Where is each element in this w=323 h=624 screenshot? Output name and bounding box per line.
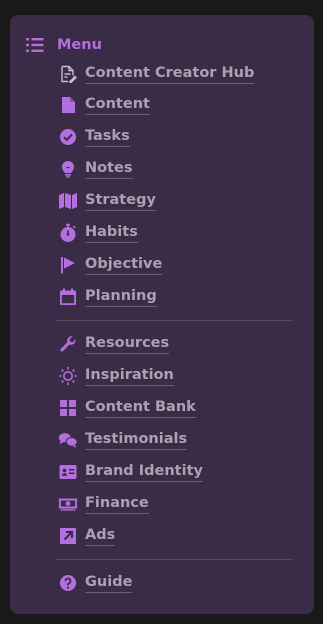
menu-item-label: Notes [85,160,133,179]
menu-header[interactable]: Menu [25,34,102,56]
sun-icon [58,366,78,386]
grid-icon [58,398,78,418]
menu-item-label: Strategy [85,192,156,211]
menu-item-label: Resources [85,335,170,354]
menu-item-finance[interactable]: Finance [58,492,149,516]
menu-item-label: Guide [85,574,133,593]
menu-item-objective[interactable]: Objective [58,253,163,277]
sidebar-menu-panel: Menu Content Creator Hub Content Tasks N… [10,15,314,614]
lightbulb-icon [58,159,78,179]
menu-title: Menu [57,37,102,53]
menu-item-label: Content [85,96,150,115]
flag-icon [58,255,78,275]
menu-item-label: Inspiration [85,367,174,386]
menu-item-label: Finance [85,495,149,514]
menu-item-label: Content Creator Hub [85,65,255,84]
page-edit-icon [58,64,78,84]
menu-item-label: Tasks [85,128,130,147]
check-circle-icon [58,127,78,147]
menu-item-content-bank[interactable]: Content Bank [58,396,196,420]
money-icon [58,494,78,514]
question-circle-icon [58,573,78,593]
menu-item-habits[interactable]: Habits [58,221,138,245]
arrow-box-icon [58,526,78,546]
menu-item-tasks[interactable]: Tasks [58,125,130,149]
menu-item-content[interactable]: Content [58,93,150,117]
menu-item-content-creator-hub[interactable]: Content Creator Hub [58,62,255,86]
menu-item-label: Planning [85,288,157,307]
calendar-icon [58,287,78,307]
menu-item-inspiration[interactable]: Inspiration [58,364,174,388]
map-icon [58,191,78,211]
id-card-icon [58,462,78,482]
menu-item-testimonials[interactable]: Testimonials [58,428,188,452]
chat-bubbles-icon [58,430,78,450]
menu-item-guide[interactable]: Guide [58,571,133,595]
menu-item-resources[interactable]: Resources [58,332,170,356]
menu-item-planning[interactable]: Planning [58,285,157,309]
menu-item-label: Testimonials [85,431,188,450]
menu-item-notes[interactable]: Notes [58,157,133,181]
wrench-icon [58,334,78,354]
menu-divider [55,559,293,560]
menu-item-strategy[interactable]: Strategy [58,189,156,213]
menu-item-label: Habits [85,224,138,243]
menu-item-brand-identity[interactable]: Brand Identity [58,460,203,484]
list-icon [25,35,45,55]
menu-item-label: Objective [85,256,163,275]
menu-item-ads[interactable]: Ads [58,524,116,548]
menu-item-label: Ads [85,527,116,546]
menu-item-label: Brand Identity [85,463,203,482]
menu-item-label: Content Bank [85,399,196,418]
document-icon [58,95,78,115]
stopwatch-icon [58,223,78,243]
menu-divider [55,320,293,321]
